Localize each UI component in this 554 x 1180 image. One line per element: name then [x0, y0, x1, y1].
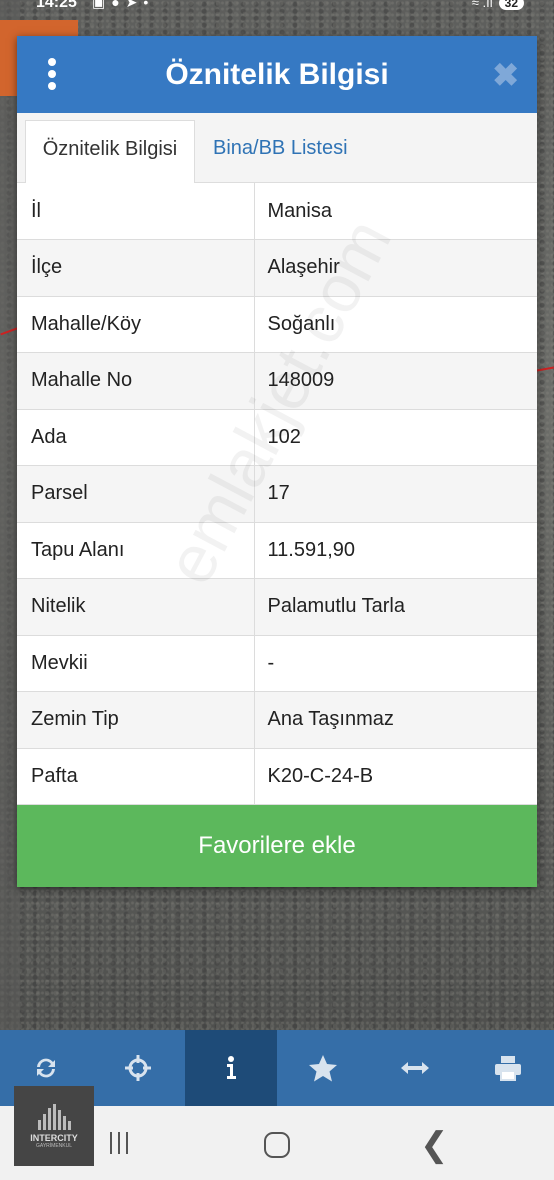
- attribute-value: -: [254, 635, 537, 692]
- logo-name: INTERCITY: [30, 1132, 78, 1143]
- add-to-favorites-button[interactable]: Favorilere ekle: [17, 805, 537, 887]
- attribute-value: 17: [254, 465, 537, 523]
- home-icon[interactable]: [264, 1132, 290, 1158]
- intercity-logo: INTERCITY GAYRİMENKUL: [14, 1086, 94, 1166]
- attribute-dialog: Öznitelik Bilgisi ✖ Öznitelik Bilgisi Bi…: [17, 36, 537, 887]
- logo-buildings-icon: [37, 1103, 71, 1130]
- measure-arrows-icon[interactable]: [369, 1030, 461, 1106]
- crosshair-icon[interactable]: [92, 1030, 184, 1106]
- attribute-value: 102: [254, 409, 537, 466]
- logo-subtitle: GAYRİMENKUL: [35, 1142, 73, 1149]
- attribute-key: Ada: [17, 409, 255, 466]
- table-row: Mahalle/Köy Soğanlı: [17, 296, 537, 353]
- dialog-title: Öznitelik Bilgisi: [165, 58, 389, 91]
- attribute-key: Mahalle/Köy: [17, 296, 255, 353]
- attribute-key: Tapu Alanı: [17, 522, 255, 579]
- attribute-value: Ana Taşınmaz: [254, 691, 537, 749]
- recents-icon[interactable]: [110, 1132, 136, 1154]
- attribute-key: Nitelik: [17, 578, 255, 636]
- table-row: İlçe Alaşehir: [17, 239, 537, 297]
- table-row: Parsel 17: [17, 465, 537, 523]
- status-bar: 14:25 ▣●➤• ≈ .ıl 32: [0, 0, 554, 14]
- print-icon[interactable]: [462, 1030, 554, 1106]
- attribute-value: Soğanlı: [254, 296, 537, 353]
- attribute-value: Manisa: [254, 183, 537, 240]
- notification-icons: ▣●➤•: [92, 0, 155, 10]
- table-row: Mevkii -: [17, 635, 537, 692]
- star-icon[interactable]: [277, 1030, 369, 1106]
- table-row: Mahalle No 148009: [17, 352, 537, 410]
- signal-icons: ≈ .ıl 32: [472, 0, 524, 10]
- status-time: 14:25: [36, 0, 77, 11]
- attribute-value: 148009: [254, 352, 537, 410]
- table-row: Ada 102: [17, 409, 537, 466]
- attribute-key: Zemin Tip: [17, 691, 255, 749]
- table-row: İl Manisa: [17, 183, 537, 240]
- attribute-key: Pafta: [17, 748, 255, 805]
- attribute-key: Parsel: [17, 465, 255, 523]
- attribute-key: Mahalle No: [17, 352, 255, 410]
- close-icon[interactable]: ✖: [492, 56, 519, 94]
- attribute-value: Alaşehir: [254, 239, 537, 297]
- attribute-value: K20-C-24-B: [254, 748, 537, 805]
- info-icon[interactable]: [184, 1030, 277, 1106]
- tab-attribute-info[interactable]: Öznitelik Bilgisi: [25, 120, 195, 183]
- table-row: Zemin Tip Ana Taşınmaz: [17, 691, 537, 749]
- attribute-value: 11.591,90: [254, 522, 537, 579]
- attribute-key: Mevkii: [17, 635, 255, 692]
- attribute-key: İl: [17, 183, 255, 240]
- battery-icon: 32: [498, 0, 524, 10]
- dialog-header: Öznitelik Bilgisi ✖: [17, 36, 537, 113]
- attribute-table: İl Manisa İlçe Alaşehir Mahalle/Köy Soğanlı Ma…: [17, 183, 537, 805]
- attribute-value: Palamutlu Tarla: [254, 578, 537, 636]
- table-row: Tapu Alanı 11.591,90: [17, 522, 537, 579]
- table-row: Pafta K20-C-24-B: [17, 748, 537, 805]
- attribute-key: İlçe: [17, 239, 255, 297]
- tab-building-list[interactable]: Bina/BB Listesi: [201, 120, 360, 183]
- table-row: Nitelik Palamutlu Tarla: [17, 578, 537, 636]
- tab-bar: Öznitelik Bilgisi Bina/BB Listesi: [17, 113, 537, 183]
- back-icon[interactable]: ❮: [420, 1128, 449, 1162]
